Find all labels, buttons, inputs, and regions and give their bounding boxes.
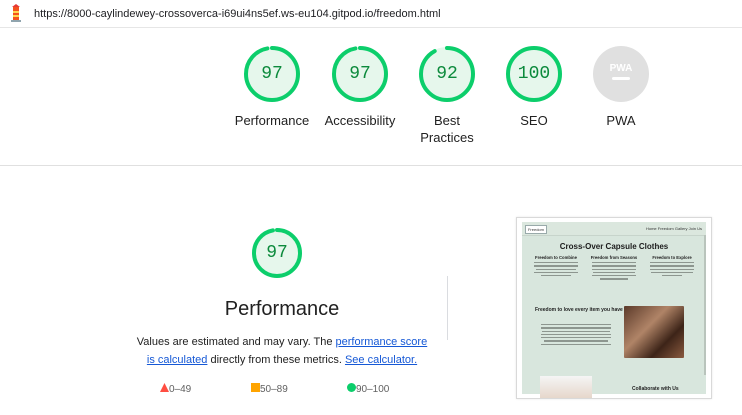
browser-address-bar: https://8000-caylindewey-crossoverca-i69… [0,0,742,28]
performance-score: 97 [266,243,288,263]
pass-circle-icon [347,383,356,392]
gauge-label: PWA [606,113,636,128]
fail-triangle-icon [160,383,169,392]
thumbnail-title: Cross-Over Capsule Clothes [559,242,669,251]
gauge-label: Best Practices [420,113,474,145]
performance-description: Values are estimated and may vary. The p… [136,336,428,366]
thumbnail-scrollbar [704,235,706,375]
gauge-score: 97 [349,64,371,84]
legend-pass: 90–100 [347,383,389,395]
thumbnail-brand: Freedom [525,225,547,234]
thumbnail-family-photo [624,306,684,358]
vertical-separator [447,276,448,340]
gauge-best-practices[interactable]: 92 Best Practices [402,42,492,152]
thumbnail-section-text [540,322,612,346]
gauge-label: SEO [520,113,548,128]
thumbnail-collab-heading: Collaborate with Us [632,386,679,392]
thumbnail-navbar: Freedom Home Freedom Gallery Join Us [522,222,706,236]
pwa-badge-icon: PWA [593,46,649,102]
gauge-performance[interactable]: 97 Performance [227,42,317,152]
thumbnail-page: Freedom Home Freedom Gallery Join Us Cro… [522,222,706,398]
page-url[interactable]: https://8000-caylindewey-crossoverca-i69… [34,8,441,20]
gauge-score: 100 [517,64,551,84]
section-divider [0,165,742,166]
performance-title: Performance [224,298,340,320]
page-screenshot-thumbnail[interactable]: Freedom Home Freedom Gallery Join Us Cro… [516,217,712,399]
gauge-pwa[interactable]: PWA PWA [576,42,666,152]
gauge-accessibility[interactable]: 97 Accessibility [315,42,405,152]
svg-text:PWA: PWA [610,63,633,74]
see-calculator-link[interactable]: See calculator. [345,354,417,366]
thumbnail-column: Freedom from Seasons [588,255,640,280]
lighthouse-logo-icon [11,4,21,22]
gauge-score: 97 [261,64,283,84]
thumbnail-nav-links: Home Freedom Gallery Join Us [645,226,702,231]
thumbnail-section-heading: Freedom to love every item you have [535,307,623,313]
thumbnail-column: Freedom to Combine [530,255,582,277]
thumbnail-person-photo [540,376,592,398]
gauge-label: Performance [234,113,310,128]
gauge-label: Accessibility [324,113,396,128]
gauge-score: 92 [436,64,458,84]
legend-fail: 0–49 [160,383,191,395]
gauge-seo[interactable]: 100 SEO [489,42,579,152]
thumbnail-column: Freedom to Explore [646,255,698,277]
average-square-icon [251,383,260,392]
legend-average: 50–89 [251,383,288,395]
